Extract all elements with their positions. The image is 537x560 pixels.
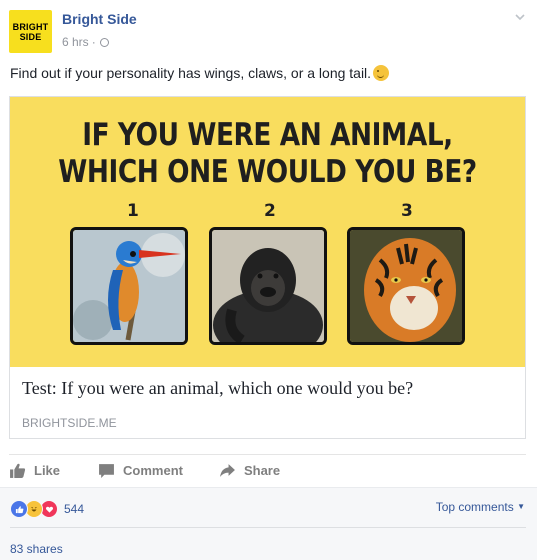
page-name-link[interactable]: Bright Side <box>62 11 137 27</box>
action-divider <box>9 454 526 455</box>
animal-number-1: 1 <box>127 201 139 221</box>
comment-button[interactable]: Comment <box>98 456 183 484</box>
reaction-count[interactable]: 544 <box>64 502 84 516</box>
post-text: Find out if your personality has wings, … <box>10 65 390 81</box>
globe-icon <box>99 37 109 47</box>
post-timestamp[interactable]: 6 hrs <box>62 35 89 49</box>
thumbs-up-icon <box>10 463 26 478</box>
image-headline: IF YOU WERE AN ANIMAL, WHICH ONE WOULD Y… <box>58 117 477 190</box>
share-label: Share <box>243 462 281 478</box>
like-button[interactable]: Like <box>9 456 60 484</box>
wink-emoji-icon <box>373 65 390 81</box>
reactions-divider <box>10 527 526 528</box>
action-bar: Like Comment Share <box>9 456 526 484</box>
reaction-summary[interactable]: 544 <box>10 500 84 518</box>
meta-separator: · <box>91 35 96 49</box>
link-preview-card[interactable]: IF YOU WERE AN ANIMAL, WHICH ONE WOULD Y… <box>9 96 526 439</box>
link-preview-image[interactable]: IF YOU WERE AN ANIMAL, WHICH ONE WOULD Y… <box>10 97 525 367</box>
top-comments-dropdown[interactable]: Top comments ▼ <box>436 500 525 514</box>
comment-label: Comment <box>123 462 183 478</box>
reactions-section <box>0 487 537 560</box>
page-logo[interactable]: BRIGHT SIDE <box>9 10 52 53</box>
share-button[interactable]: Share <box>219 456 280 484</box>
tiger-image <box>347 227 465 345</box>
animal-number-3: 3 <box>401 201 413 221</box>
link-domain: BRIGHTSIDE.ME <box>22 416 117 430</box>
logo-text-line2: SIDE <box>19 31 42 42</box>
dropdown-caret-icon: ▼ <box>517 502 525 511</box>
shares-count-link[interactable]: 83 shares <box>10 542 63 556</box>
like-reaction-icon <box>10 500 28 518</box>
post-meta: 6 hrs · <box>62 35 109 49</box>
kingfisher-image <box>70 227 188 345</box>
link-title[interactable]: Test: If you were an animal, which one w… <box>22 378 413 399</box>
logo-text-line1: BRIGHT <box>12 21 49 32</box>
animal-number-2: 2 <box>264 201 276 221</box>
chevron-down-icon[interactable] <box>515 12 525 22</box>
share-arrow-icon <box>220 463 235 477</box>
like-label: Like <box>34 462 61 478</box>
comment-icon <box>99 463 114 478</box>
gorilla-image <box>209 227 327 345</box>
